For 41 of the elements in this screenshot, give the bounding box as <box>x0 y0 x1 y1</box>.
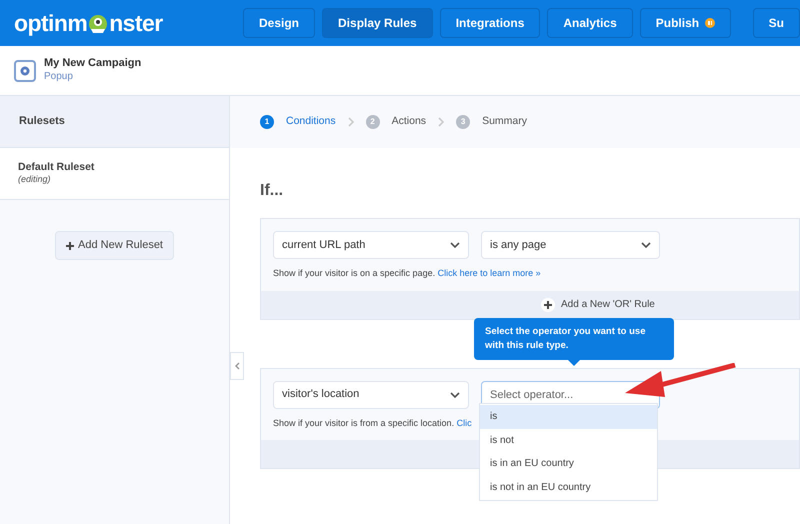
nav-tab[interactable]: Design <box>243 8 316 38</box>
help-text: Show if your visitor is from a specific location. Clic <box>273 416 472 430</box>
add-or-rule-button[interactable]: Add a New 'OR' Rule <box>541 297 655 312</box>
logo-text: optinm <box>14 8 88 38</box>
nav-tab[interactable]: Display Rules <box>322 8 433 38</box>
step-tab[interactable]: 1 Conditions <box>260 114 336 130</box>
chevron-left-icon <box>234 362 240 370</box>
plus-icon <box>541 298 555 312</box>
campaign-title: My New Campaign <box>44 57 142 72</box>
dropdown-option[interactable]: is not <box>480 428 657 452</box>
condition-select[interactable]: current URL path <box>273 231 469 259</box>
nav-tab[interactable]: Publish <box>640 8 732 38</box>
learn-more-link[interactable]: Click here to learn more » <box>438 268 541 278</box>
chevron-right-icon <box>348 117 354 127</box>
collapse-sidebar-tab[interactable] <box>230 352 244 380</box>
dropdown-option[interactable]: is in an EU country <box>480 452 657 476</box>
ruleset-item[interactable]: Default Ruleset (editing) <box>0 148 229 200</box>
sidebar-title: Rulesets <box>19 114 65 130</box>
settings-icon[interactable] <box>14 60 36 82</box>
step-tab[interactable]: 3 Summary <box>456 114 527 130</box>
operator-select[interactable]: is any page <box>481 231 660 259</box>
chevron-down-icon <box>450 392 460 398</box>
plus-icon <box>66 242 74 250</box>
monster-logo-icon <box>87 12 110 34</box>
chevron-down-icon <box>450 242 460 248</box>
nav-tab[interactable]: Su <box>752 8 800 38</box>
nav-tab[interactable]: Integrations <box>440 8 540 38</box>
chevron-down-icon <box>641 242 651 248</box>
dropdown-option[interactable]: is <box>480 405 657 428</box>
learn-more-link[interactable]: Clic <box>456 418 472 428</box>
logo-text: nster <box>109 8 163 38</box>
campaign-type: Popup <box>44 71 74 84</box>
chevron-right-icon <box>438 117 444 127</box>
step-tab[interactable]: 2 Actions <box>366 114 426 130</box>
dropdown-option[interactable]: is not in an EU country <box>480 476 657 499</box>
condition-select[interactable]: visitor's location <box>273 380 469 408</box>
help-text: Show if your visitor is on a specific page. Click here to learn more » <box>273 267 541 280</box>
tooltip: Select the operator you want to use with this rule type. <box>474 318 674 366</box>
add-ruleset-button[interactable]: Add New Ruleset <box>55 231 174 260</box>
conditions-heading: If... <box>260 181 284 201</box>
nav-tab[interactable]: Analytics <box>547 8 633 38</box>
